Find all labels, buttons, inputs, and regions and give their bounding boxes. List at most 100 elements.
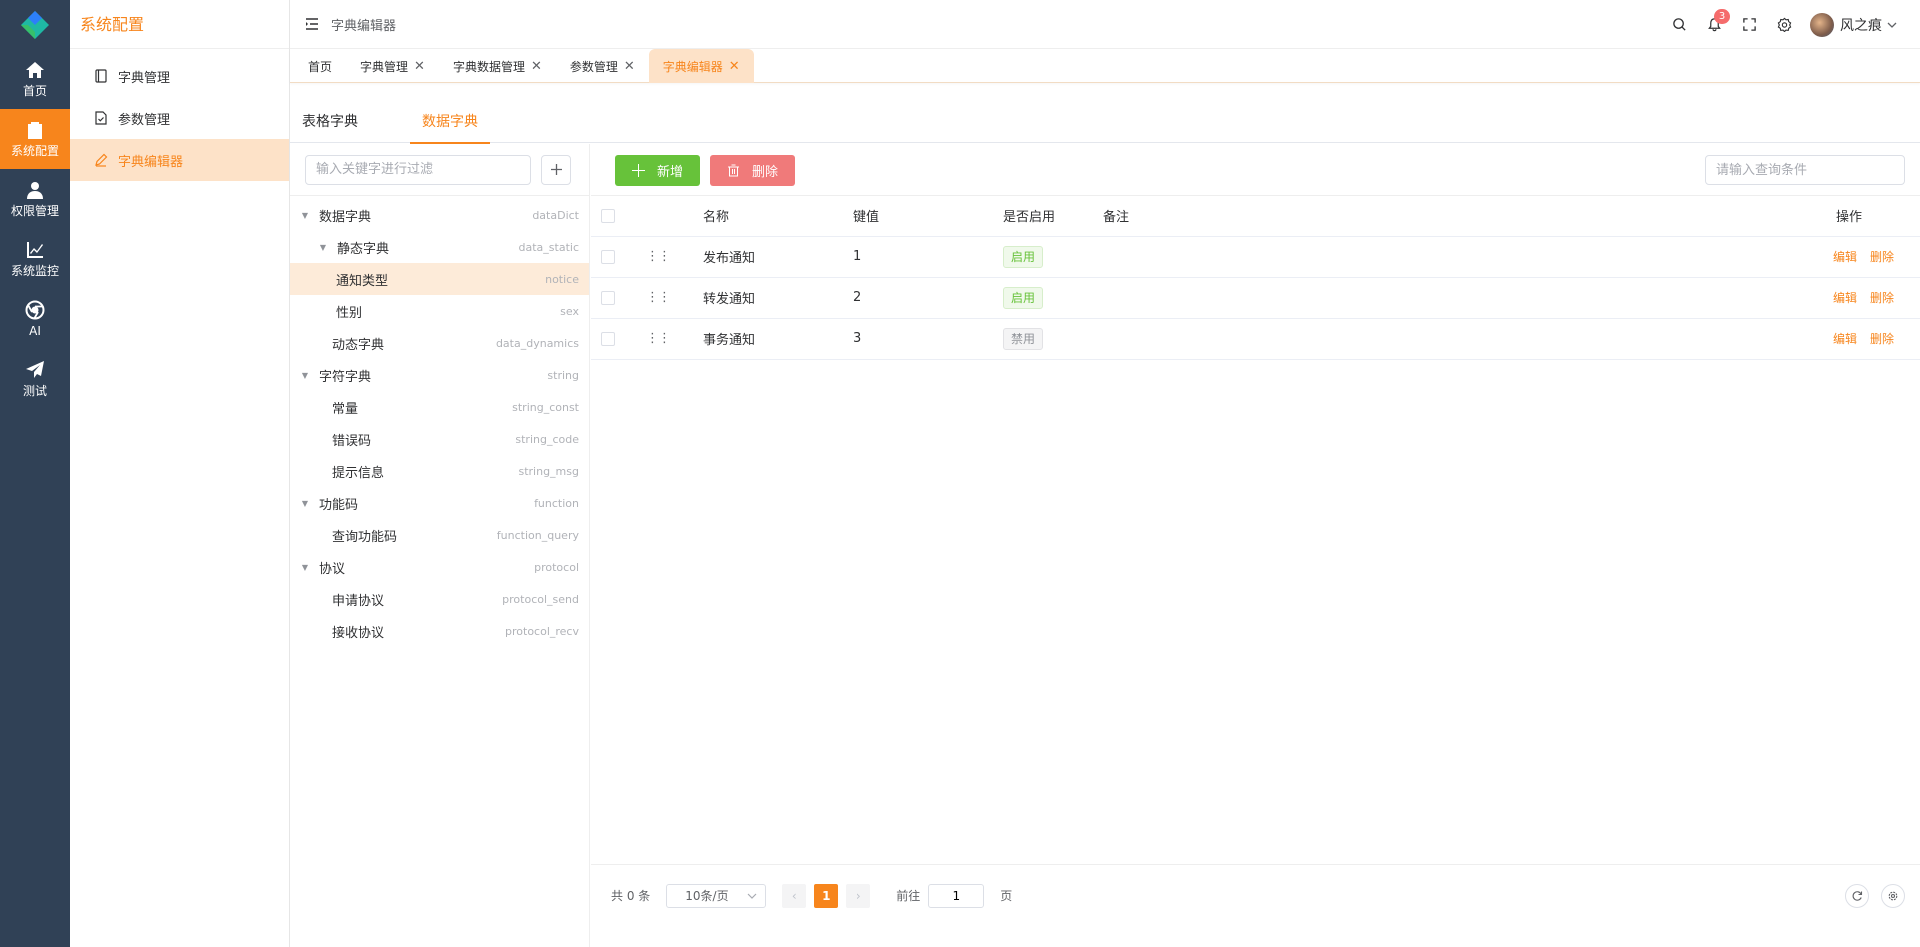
tree-node[interactable]: 错误码 string_code — [290, 423, 589, 455]
search-button[interactable] — [1662, 0, 1697, 49]
tree-node-label: 常量 — [332, 401, 359, 417]
query-input[interactable] — [1705, 155, 1905, 185]
tab-dict-manage[interactable]: 字典管理 ✕ — [346, 49, 439, 83]
close-icon[interactable]: ✕ — [624, 59, 635, 74]
caret-down-icon[interactable]: ▼ — [299, 499, 311, 508]
close-icon[interactable]: ✕ — [414, 59, 425, 74]
next-page-button[interactable]: › — [846, 883, 871, 908]
close-icon[interactable]: ✕ — [531, 59, 542, 74]
rail-item-monitoring[interactable]: 系统监控 — [0, 229, 70, 289]
menu-fold-icon[interactable] — [303, 15, 321, 33]
caret-down-icon[interactable]: ▼ — [299, 211, 311, 220]
caret-down-icon[interactable]: ▼ — [299, 371, 311, 380]
notification-button[interactable]: 3 — [1697, 0, 1732, 49]
submenu-item-dict-editor[interactable]: 字典编辑器 — [70, 139, 289, 181]
tab-label: 参数管理 — [569, 59, 618, 74]
rail-item-test[interactable]: 测试 — [0, 349, 70, 409]
delete-button[interactable]: 删除 — [710, 155, 796, 186]
user-menu[interactable]: 风之痕 — [1810, 12, 1898, 37]
cell-name: 转发通知 — [703, 277, 853, 319]
tree-node-key: protocol_send — [502, 592, 579, 606]
settings-button[interactable] — [1767, 0, 1802, 49]
tab-dict-data-manage[interactable]: 字典数据管理 ✕ — [439, 49, 556, 83]
tree-filter-input[interactable] — [305, 154, 531, 185]
edit-link[interactable]: 编辑 — [1833, 250, 1857, 264]
tree-node[interactable]: ▼ 静态字典 data_static — [290, 231, 589, 263]
submenu-item-param-manage[interactable]: 参数管理 — [70, 97, 289, 139]
drag-handle-icon[interactable]: ⋮⋮ — [646, 290, 671, 305]
tree-node[interactable]: 动态字典 data_dynamics — [290, 327, 589, 359]
submenu-item-dict-manage[interactable]: 字典管理 — [70, 55, 289, 97]
pagination-total: 共 0 条 — [611, 889, 651, 903]
dict-tree: ▼ 数据字典 dataDict ▼ 静态字典 data_static 通知类型 notic… — [290, 196, 589, 647]
tab-home[interactable]: 首页 — [294, 49, 346, 83]
tree-node-key: protocol — [534, 560, 579, 574]
tab-dict-editor[interactable]: 字典编辑器 ✕ — [648, 49, 754, 83]
rail-item-permissions[interactable]: 权限管理 — [0, 169, 70, 229]
tree-node-label: 功能码 — [319, 497, 359, 513]
edit-link[interactable]: 编辑 — [1833, 332, 1857, 346]
tab-param-manage[interactable]: 参数管理 ✕ — [556, 49, 649, 83]
add-node-button[interactable] — [541, 154, 571, 185]
row-checkbox[interactable] — [601, 290, 615, 305]
page-number-current[interactable]: 1 — [814, 883, 839, 908]
select-all-checkbox[interactable] — [601, 208, 615, 223]
tree-node[interactable]: 性别 sex — [290, 295, 589, 327]
table-row[interactable]: ⋮⋮ 转发通知 2 启用 编辑 删除 — [591, 277, 1920, 319]
status-badge: 启用 — [1003, 286, 1044, 309]
chevron-down-icon — [1887, 22, 1897, 28]
delete-link[interactable]: 删除 — [1870, 332, 1894, 346]
tree-node-label: 提示信息 — [332, 465, 385, 481]
goto-page-input[interactable] — [928, 883, 985, 908]
search-icon — [1673, 18, 1686, 31]
refresh-icon — [1852, 891, 1863, 901]
submenu-item-label: 参数管理 — [118, 112, 171, 128]
cell-key: 1 — [853, 236, 1003, 278]
tree-node[interactable]: 查询功能码 function_query — [290, 519, 589, 551]
tree-node[interactable]: ▼ 协议 protocol — [290, 551, 589, 583]
goto-label: 前往 — [896, 889, 921, 903]
notification-badge: 3 — [1714, 9, 1730, 24]
caret-down-icon[interactable]: ▼ — [317, 243, 329, 252]
tree-panel: ▼ 数据字典 dataDict ▼ 静态字典 data_static 通知类型 notic… — [290, 144, 590, 947]
drag-handle-icon[interactable]: ⋮⋮ — [646, 249, 671, 264]
row-checkbox[interactable] — [601, 249, 615, 264]
tab-label: 首页 — [308, 59, 333, 74]
tree-node-key: data_static — [518, 240, 579, 254]
tree-node[interactable]: 常量 string_const — [290, 391, 589, 423]
prev-page-button[interactable]: ‹ — [782, 883, 807, 908]
tree-node-key: function — [534, 496, 579, 510]
fullscreen-button[interactable] — [1732, 0, 1767, 49]
rail-item-ai[interactable]: AI — [0, 289, 70, 349]
drag-handle-icon[interactable]: ⋮⋮ — [646, 331, 671, 346]
caret-down-icon[interactable]: ▼ — [299, 563, 311, 572]
rail-item-system-config[interactable]: 系统配置 — [0, 109, 70, 169]
table-settings-button[interactable] — [1881, 884, 1905, 908]
row-checkbox[interactable] — [601, 331, 615, 346]
tree-node[interactable]: ▼ 数据字典 dataDict — [290, 199, 589, 231]
add-button[interactable]: 新增 — [615, 155, 701, 186]
refresh-button[interactable] — [1845, 884, 1869, 908]
tree-node-selected[interactable]: 通知类型 notice — [290, 263, 589, 295]
tree-node[interactable]: ▼ 功能码 function — [290, 487, 589, 519]
tree-node[interactable]: 提示信息 string_msg — [290, 455, 589, 487]
table-row[interactable]: ⋮⋮ 事务通知 3 禁用 编辑 删除 — [591, 318, 1920, 360]
tab-table-dict[interactable]: 表格字典 — [302, 102, 358, 143]
tab-data-dict[interactable]: 数据字典 — [410, 102, 490, 144]
user-icon — [27, 182, 43, 199]
trash-icon — [728, 164, 739, 177]
rail-item-home[interactable]: 首页 — [0, 49, 70, 109]
cell-key: 2 — [853, 277, 1003, 319]
page-size-select[interactable]: 10条/页 — [666, 883, 767, 908]
tree-node[interactable]: 接收协议 protocol_recv — [290, 615, 589, 647]
tree-node[interactable]: ▼ 字符字典 string — [290, 359, 589, 391]
close-icon[interactable]: ✕ — [729, 59, 740, 74]
chevron-right-icon: › — [855, 888, 861, 903]
delete-link[interactable]: 删除 — [1870, 291, 1894, 305]
tree-node[interactable]: 申请协议 protocol_send — [290, 583, 589, 615]
edit-link[interactable]: 编辑 — [1833, 291, 1857, 305]
table-row[interactable]: ⋮⋮ 发布通知 1 启用 编辑 删除 — [591, 236, 1920, 278]
delete-link[interactable]: 删除 — [1870, 250, 1894, 264]
rail-item-label: 系统配置 — [10, 144, 59, 158]
tree-node-label: 性别 — [336, 305, 363, 321]
